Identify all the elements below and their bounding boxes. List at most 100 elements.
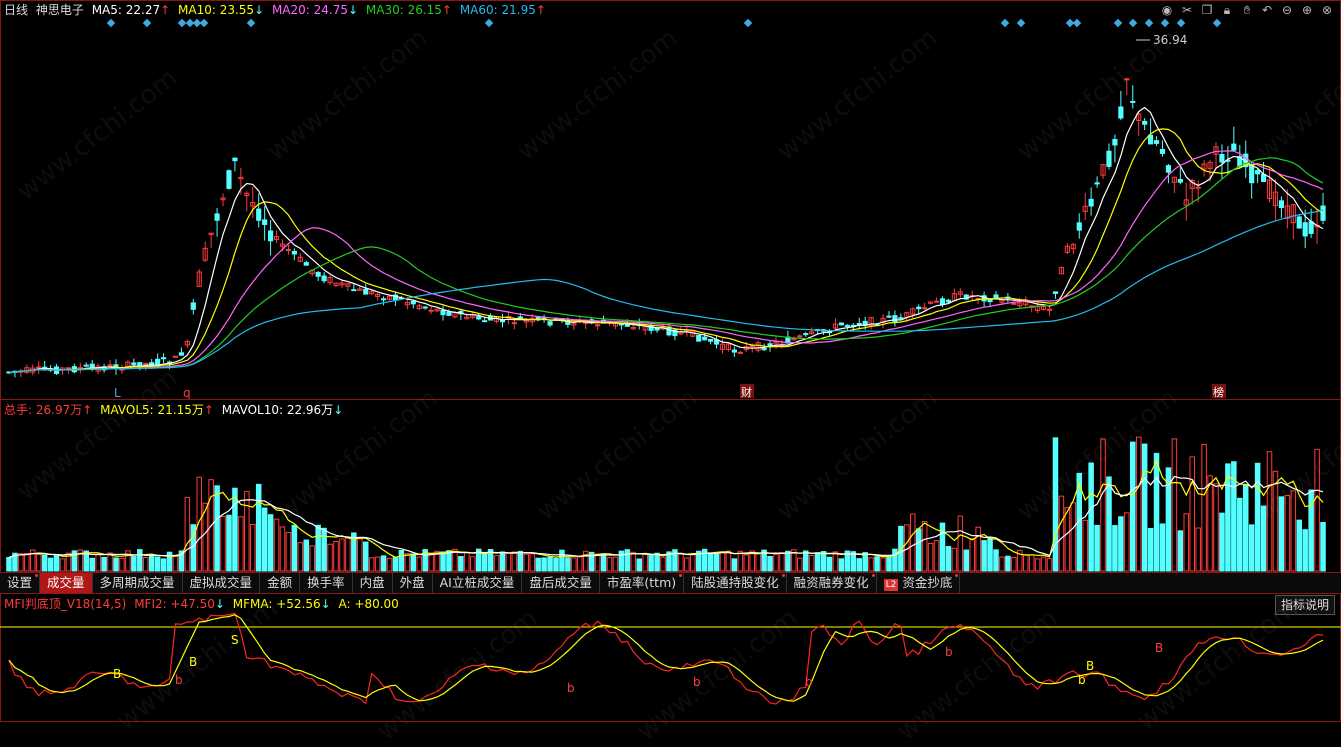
event-diamond bbox=[1113, 18, 1123, 28]
indicator-help-button[interactable]: 指标说明 bbox=[1274, 595, 1335, 615]
hand-icon[interactable]: ✋︎ bbox=[1239, 2, 1255, 18]
tab-7[interactable]: 外盘 bbox=[393, 573, 433, 593]
candle-body bbox=[898, 317, 904, 320]
event-diamond bbox=[1016, 18, 1026, 28]
candle-body bbox=[1052, 291, 1059, 294]
volume-bar bbox=[1159, 523, 1166, 572]
volume-bar bbox=[131, 556, 137, 572]
tab-5[interactable]: 换手率 bbox=[300, 573, 353, 593]
scissors-icon[interactable]: ✂ bbox=[1179, 2, 1195, 18]
candle-body bbox=[131, 362, 137, 365]
volume-bar bbox=[868, 557, 874, 572]
tab-6[interactable]: 内盘 bbox=[353, 573, 393, 593]
volume-bar bbox=[464, 552, 470, 572]
tab-9[interactable]: 盘后成交量 bbox=[522, 573, 600, 593]
candle-body bbox=[547, 321, 553, 326]
event-diamond bbox=[1160, 18, 1170, 28]
candle-body bbox=[916, 306, 922, 310]
candle-body bbox=[791, 338, 797, 341]
tab-label: 市盈率(ttm) bbox=[606, 575, 677, 590]
tab-label: 多周期成交量 bbox=[99, 575, 175, 590]
volume-bar bbox=[802, 550, 809, 572]
volume-bar bbox=[1278, 496, 1285, 572]
volume-bar bbox=[939, 522, 946, 572]
tab-1[interactable]: 成交量 bbox=[40, 573, 93, 593]
volume-bar bbox=[1106, 476, 1112, 572]
mfi2-value: MFI2: +47.50↓ bbox=[134, 597, 225, 611]
copy-icon[interactable]: ❐ bbox=[1199, 2, 1215, 18]
volume-bar bbox=[1183, 513, 1190, 572]
minus-icon[interactable]: ⊖ bbox=[1279, 2, 1295, 18]
event-diamond bbox=[743, 18, 753, 28]
event-diamond bbox=[199, 18, 209, 28]
mfi-signal: B bbox=[1155, 641, 1163, 655]
eye-icon[interactable]: ◉ bbox=[1159, 2, 1175, 18]
price-legend: 日线 神思电子 MA5: 22.27↑ MA10: 23.55↓ MA20: 2… bbox=[4, 2, 550, 18]
candle-body bbox=[886, 315, 892, 318]
tab-label: AI立桩成交量 bbox=[439, 575, 515, 590]
volume-bar bbox=[1046, 558, 1053, 572]
volume-bar bbox=[327, 543, 333, 572]
volume-bar bbox=[1153, 452, 1160, 572]
volume-bar bbox=[701, 548, 708, 572]
volume-bar bbox=[1272, 470, 1279, 572]
mfma-line bbox=[8, 614, 1324, 702]
tab-4[interactable]: 金额 bbox=[260, 573, 301, 593]
volume-bar bbox=[267, 514, 274, 572]
event-diamond bbox=[1128, 18, 1138, 28]
a-value: A: +80.00 bbox=[338, 597, 399, 611]
close-icon[interactable]: ⊗ bbox=[1319, 2, 1335, 18]
volume-bar bbox=[1147, 527, 1154, 572]
tab-3[interactable]: 虚拟成交量 bbox=[183, 573, 261, 593]
volume-bar bbox=[1100, 438, 1106, 572]
mfi-signal: B bbox=[113, 667, 121, 681]
volume-bar bbox=[357, 538, 363, 572]
indicator-tabs: 设置 成交量 多周期成交量 虚拟成交量 金额 换手率 内盘 外盘 AI立桩成交量 盘后成交量 市盈率… bbox=[0, 573, 1341, 593]
tab-12[interactable]: 融资融券变化 bbox=[787, 573, 877, 593]
candle-body bbox=[422, 306, 428, 309]
volume-bar bbox=[606, 557, 613, 572]
candle-body bbox=[1255, 170, 1261, 175]
mfi-chart[interactable]: BbBSb b bbbBB bbox=[0, 594, 1341, 722]
plus-icon[interactable]: ⊕ bbox=[1299, 2, 1315, 18]
candle-body bbox=[226, 170, 232, 189]
tab-label: 换手率 bbox=[307, 575, 345, 590]
volume-bar bbox=[1189, 456, 1195, 572]
volume-bar bbox=[1207, 475, 1213, 572]
tab-2[interactable]: 多周期成交量 bbox=[93, 573, 183, 593]
candle-body bbox=[482, 320, 488, 323]
volume-bar bbox=[832, 551, 839, 572]
volume-bar bbox=[386, 557, 393, 572]
volume-bar bbox=[553, 557, 559, 572]
volume-bar bbox=[713, 553, 720, 572]
tab-8[interactable]: AI立桩成交量 bbox=[433, 573, 523, 593]
lock-icon[interactable]: 🔒︎ bbox=[1219, 2, 1235, 18]
volume-bar bbox=[1052, 437, 1059, 572]
candle-body bbox=[1302, 222, 1308, 237]
mfi-signal: S bbox=[231, 633, 239, 647]
volume-bar bbox=[594, 553, 601, 572]
volume-chart[interactable] bbox=[0, 400, 1341, 572]
candle-body bbox=[256, 208, 262, 221]
candle-body bbox=[1278, 200, 1284, 209]
tab-10[interactable]: 市盈率(ttm) bbox=[600, 573, 685, 593]
volume-bar bbox=[808, 554, 815, 572]
volume-bar bbox=[915, 528, 922, 572]
tab-13[interactable]: L2 资金抄底 bbox=[877, 573, 961, 593]
volume-bar bbox=[1296, 519, 1303, 572]
candle-body bbox=[1094, 182, 1100, 185]
volume-bar bbox=[368, 557, 375, 572]
candle-body bbox=[1249, 165, 1255, 184]
volume-bar bbox=[440, 551, 446, 572]
candle-body bbox=[1148, 134, 1154, 145]
price-chart[interactable]: 36.94 L q 财 榜 bbox=[0, 0, 1341, 400]
period-label: 日线 bbox=[4, 3, 29, 17]
event-diamond bbox=[1000, 18, 1010, 28]
tab-dot bbox=[35, 574, 39, 577]
candle-body bbox=[1130, 100, 1136, 103]
event-diamond bbox=[1072, 18, 1082, 28]
tab-0[interactable]: 设置 bbox=[0, 573, 41, 593]
volume-bar bbox=[862, 552, 868, 572]
undo-icon[interactable]: ↶ bbox=[1259, 2, 1275, 18]
tab-11[interactable]: 陆股通持股变化 bbox=[684, 573, 787, 593]
